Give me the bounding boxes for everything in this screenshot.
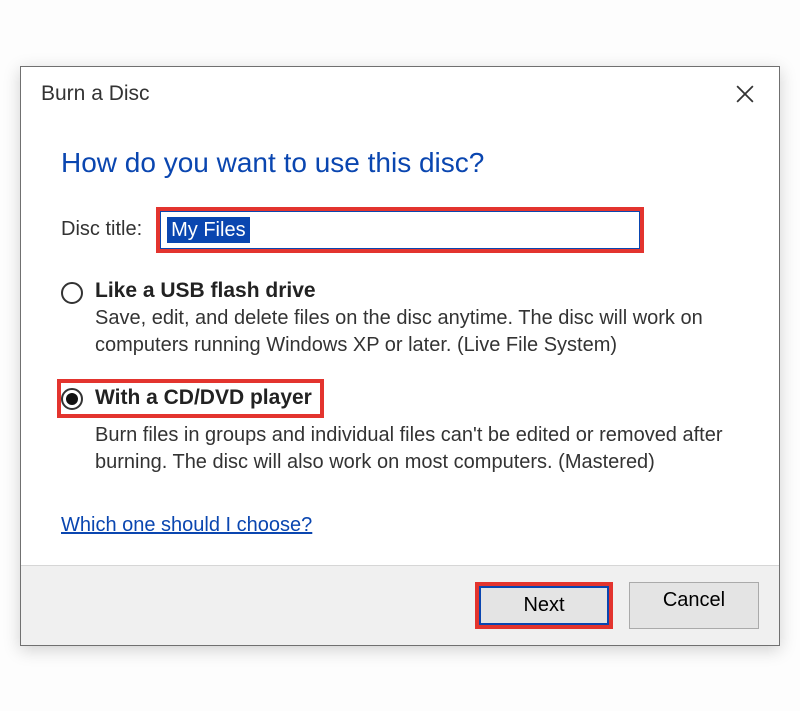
radio-usb[interactable] [61,282,83,304]
next-button-highlight: Next [475,582,613,629]
dialog-heading: How do you want to use this disc? [61,147,739,179]
disc-title-value: My Files [167,217,249,243]
option-usb-title: Like a USB flash drive [95,279,739,303]
titlebar: Burn a Disc [21,67,779,113]
option-cd-dvd-desc: Burn files in groups and individual file… [95,422,739,476]
option-usb-flash-drive[interactable]: Like a USB flash drive Save, edit, and d… [61,279,739,359]
option-usb-desc: Save, edit, and delete files on the disc… [95,305,739,359]
close-button[interactable] [725,77,765,111]
close-icon [736,85,754,103]
option-usb-body: Like a USB flash drive Save, edit, and d… [95,279,739,359]
burn-disc-dialog: Burn a Disc How do you want to use this … [20,66,780,646]
option-cd-dvd-highlight: With a CD/DVD player [57,379,324,418]
window-title: Burn a Disc [41,82,150,106]
disc-title-input-wrap[interactable]: My Files [160,211,640,249]
disc-title-highlight: My Files [156,207,644,253]
dialog-content: How do you want to use this disc? Disc t… [21,113,779,565]
help-link[interactable]: Which one should I choose? [61,514,312,537]
button-row: Next Cancel [21,565,779,645]
option-cd-dvd-title: With a CD/DVD player [95,386,312,410]
next-button[interactable]: Next [479,586,609,625]
radio-cd-dvd[interactable] [61,388,83,410]
disc-title-label: Disc title: [61,218,142,241]
disc-title-row: Disc title: My Files [61,207,739,253]
option-cd-dvd-player[interactable]: With a CD/DVD player Burn files in group… [61,379,739,476]
cancel-button[interactable]: Cancel [629,582,759,629]
